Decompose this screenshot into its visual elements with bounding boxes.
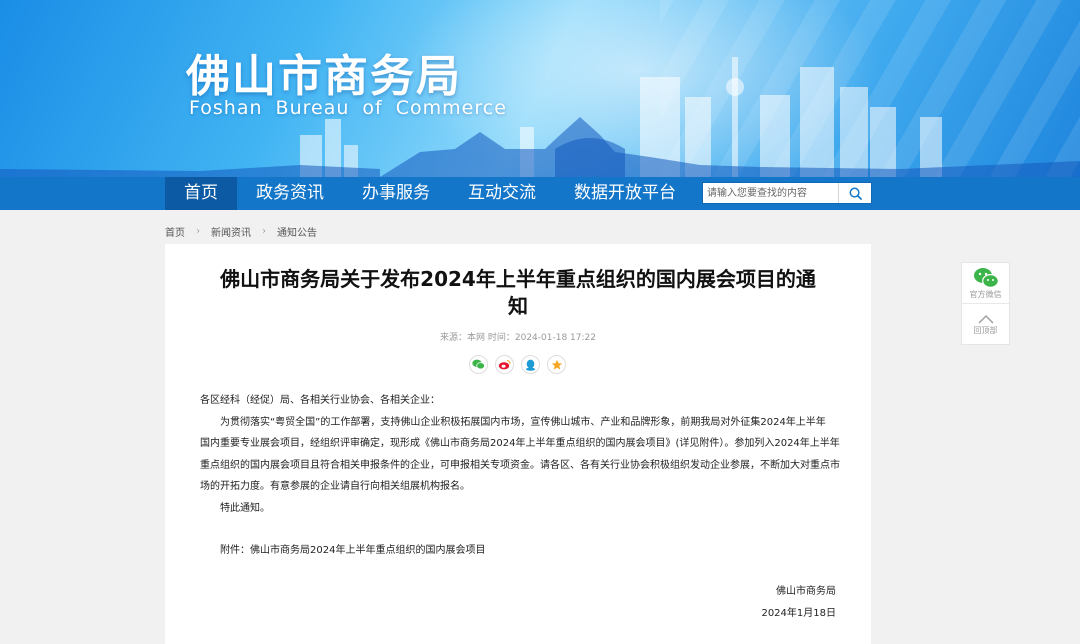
chevron-right-icon: ›	[196, 226, 200, 237]
weibo-icon	[498, 360, 511, 370]
official-wechat-button[interactable]: 官方微信	[962, 263, 1009, 303]
site-logo-subtitle: Foshan Bureau of Commerce	[189, 97, 507, 119]
article-closing: 特此通知。	[220, 502, 270, 514]
article-title-line: 知	[508, 294, 528, 318]
search-button[interactable]	[838, 183, 871, 203]
main-nav: 首页 政务资讯 办事服务 互动交流 数据开放平台	[165, 177, 695, 210]
chevron-up-icon	[977, 314, 994, 324]
nav-item-interaction[interactable]: 互动交流	[449, 177, 555, 210]
share-bar	[469, 355, 566, 374]
search-icon	[849, 187, 862, 200]
chevron-right-icon: ›	[262, 226, 266, 237]
qq-icon	[525, 359, 536, 371]
share-wechat-button[interactable]	[469, 355, 488, 374]
article-paragraph-line: 重点组织的国内展会项目且符合相关申报条件的企业，可申报相关专项资金。请各区、各有…	[200, 459, 840, 471]
breadcrumb-news[interactable]: 新闻资讯	[211, 224, 251, 239]
article-meta: 来源：本网 时间：2024-01-18 17:22	[440, 333, 596, 343]
share-favorite-button[interactable]	[547, 355, 566, 374]
article-paragraph-line: 场的开拓力度。有意参展的企业请自行向相关组展机构报名。	[200, 481, 470, 492]
share-weibo-button[interactable]	[495, 355, 514, 374]
search-box	[702, 182, 872, 204]
article-attachment-link[interactable]: 附件：佛山市商务局2024年上半年重点组织的国内展会项目	[200, 540, 840, 562]
back-to-top-button[interactable]: 回顶部	[962, 303, 1009, 344]
city-skyline-illustration	[0, 57, 1080, 177]
favorite-icon	[551, 359, 562, 370]
header-banner: 佛山市商务局 Foshan Bureau of Commerce	[0, 0, 1080, 177]
article-title-line: 佛山市商务局关于发布2024年上半年重点组织的国内展会项目的通	[220, 267, 816, 291]
official-wechat-label: 官方微信	[969, 289, 1002, 299]
breadcrumb-notices[interactable]: 通知公告	[277, 224, 317, 239]
article-card: 佛山市商务局关于发布2024年上半年重点组织的国内展会项目的通 知 来源：本网 …	[165, 244, 871, 644]
article-greeting: 各区经科（经促）局、各相关行业协会、各相关企业：	[200, 395, 440, 406]
search-input[interactable]	[703, 183, 839, 203]
article-title: 佛山市商务局关于发布2024年上半年重点组织的国内展会项目的通 知	[195, 266, 841, 320]
nav-item-services[interactable]: 办事服务	[343, 177, 449, 210]
article-paragraph-line: 为贯彻落实“粤贸全国”的工作部署，支持佛山企业积极拓展国内市场，宣传佛山城市、产…	[220, 416, 826, 428]
article-body: 各区经科（经促）局、各相关行业协会、各相关企业： 为贯彻落实“粤贸全国”的工作部…	[200, 390, 840, 562]
back-to-top-label: 回顶部	[973, 325, 998, 335]
main-nav-bar: 首页 政务资讯 办事服务 互动交流 数据开放平台	[0, 177, 1080, 210]
wechat-icon	[973, 267, 999, 288]
share-qq-button[interactable]	[521, 355, 540, 374]
nav-item-government-news[interactable]: 政务资讯	[237, 177, 343, 210]
nav-item-home[interactable]: 首页	[165, 177, 237, 210]
article-paragraph-line: 国内重要专业展会项目，经组织评审确定，现形成《佛山市商务局2024年上半年重点组…	[200, 438, 840, 449]
wechat-icon	[472, 359, 485, 370]
signature-date: 2024年1月18日	[761, 608, 836, 619]
floating-toolbar: 官方微信 回顶部	[961, 262, 1010, 345]
breadcrumb: 首页 › 新闻资讯 › 通知公告	[165, 224, 317, 239]
breadcrumb-home[interactable]: 首页	[165, 224, 185, 239]
nav-item-open-data[interactable]: 数据开放平台	[555, 177, 695, 210]
signature-org: 佛山市商务局	[776, 586, 836, 597]
site-logo-title[interactable]: 佛山市商务局	[186, 40, 462, 104]
